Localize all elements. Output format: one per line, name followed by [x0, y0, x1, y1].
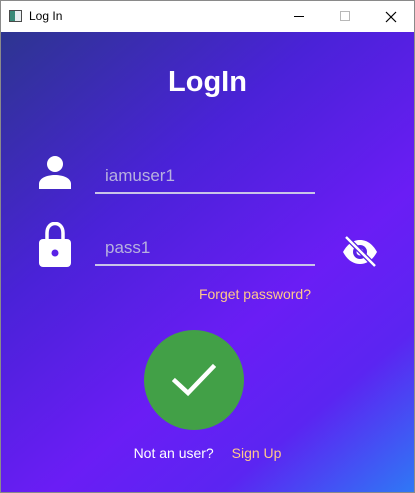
password-field	[95, 228, 315, 266]
signup-row: Not an user? Sign Up	[1, 445, 414, 461]
title-bar[interactable]: Log In	[1, 1, 414, 32]
signup-link[interactable]: Sign Up	[232, 445, 282, 461]
username-field	[95, 156, 315, 194]
password-input[interactable]	[105, 238, 305, 258]
close-button[interactable]	[368, 1, 414, 32]
forget-password-link[interactable]: Forget password?	[199, 286, 311, 302]
login-panel: LogIn Forget password?	[1, 32, 414, 492]
maximize-icon	[339, 11, 350, 21]
eye-off-icon[interactable]	[341, 235, 379, 267]
lock-icon	[39, 222, 71, 267]
user-icon	[39, 156, 71, 189]
maximize-button[interactable]	[322, 1, 368, 32]
window-title: Log In	[29, 9, 63, 23]
username-input[interactable]	[105, 166, 305, 186]
checkmark-icon	[172, 363, 216, 397]
page-title: LogIn	[168, 66, 247, 98]
login-window: Log In LogIn iamuser1 Forget password? N…	[0, 0, 415, 493]
minimize-icon	[293, 16, 304, 17]
app-icon	[9, 10, 22, 22]
login-button[interactable]	[144, 330, 244, 430]
minimize-button[interactable]	[276, 1, 322, 32]
not-user-text: Not an user?	[133, 445, 214, 461]
close-icon	[385, 11, 397, 22]
